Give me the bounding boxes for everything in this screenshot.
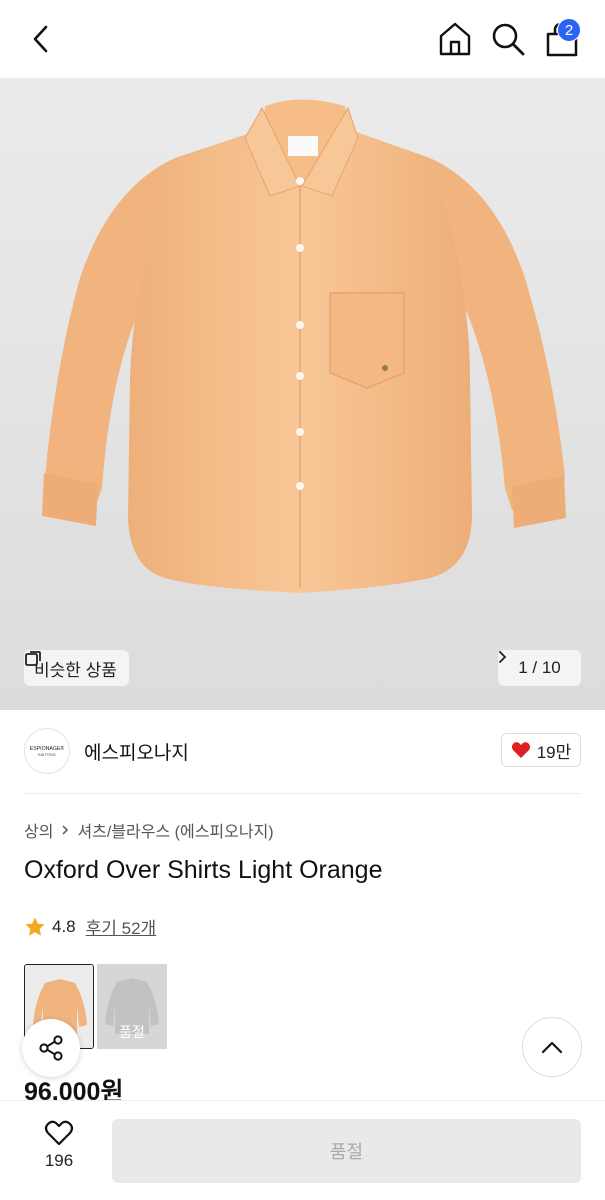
chevron-right-icon <box>499 651 507 663</box>
rating-value: 4.8 <box>52 916 76 936</box>
cart-count-badge: 2 <box>557 18 581 42</box>
bottom-action-bar: 196 품절 <box>0 1100 605 1200</box>
brand-like-button[interactable]: 19만 <box>501 733 581 767</box>
product-price: 96,000원 <box>24 1078 124 1102</box>
share-button[interactable] <box>22 1019 80 1077</box>
chevron-left-icon[interactable] <box>26 22 58 56</box>
top-bar: 2 <box>0 0 605 78</box>
breadcrumb: 상의 셔츠/블라우스 (에스피오나지) <box>24 818 274 842</box>
similar-products-button[interactable]: 비슷한 상품 <box>24 650 129 686</box>
star-icon <box>25 917 45 936</box>
image-pager-text: 1 / 10 <box>518 658 561 677</box>
product-image[interactable]: 비슷한 상품 1 / 10 <box>0 78 605 710</box>
image-pager[interactable]: 1 / 10 <box>498 650 581 686</box>
brand-name[interactable]: 에스피오나지 <box>84 738 189 765</box>
shirt-illustration <box>42 99 566 593</box>
sold-out-label: 품절 <box>119 1024 145 1040</box>
product-title: Oxford Over Shirts Light Orange <box>24 856 383 884</box>
chevron-right-icon <box>62 825 69 835</box>
svg-text:KNITTING: KNITTING <box>38 753 56 757</box>
chevron-up-icon <box>541 1041 563 1054</box>
heart-icon <box>511 742 530 758</box>
wishlist-count: 196 <box>44 1151 74 1170</box>
divider <box>24 793 581 794</box>
similar-icon <box>25 651 41 666</box>
brand-row: ESPIONAGE® KNITTING 에스피오나지 19만 <box>0 710 605 794</box>
wishlist-button[interactable]: 196 <box>24 1119 94 1171</box>
brand-logo[interactable]: ESPIONAGE® KNITTING <box>24 728 70 774</box>
rating-summary: 4.8 후기 52개 <box>24 914 156 939</box>
search-icon[interactable] <box>490 20 526 58</box>
color-swatch-sold-out[interactable]: 품절 <box>97 964 167 1049</box>
brand-logo-mark: ESPIONAGE® KNITTING <box>30 745 65 757</box>
breadcrumb-item[interactable]: 상의 <box>24 818 53 842</box>
breadcrumb-item[interactable]: 셔츠/블라우스 (에스피오나지) <box>77 818 273 842</box>
buy-button-sold-out[interactable]: 품절 <box>112 1119 581 1183</box>
similar-products-label: 비슷한 상품 <box>34 660 117 680</box>
home-icon[interactable] <box>436 20 474 58</box>
heart-outline-icon <box>44 1120 74 1146</box>
brand-like-count: 19만 <box>536 742 572 762</box>
scroll-top-button[interactable] <box>522 1017 582 1077</box>
share-icon <box>39 1035 63 1061</box>
svg-text:ESPIONAGE®: ESPIONAGE® <box>30 745 65 752</box>
reviews-link[interactable]: 후기 52개 <box>86 914 157 939</box>
